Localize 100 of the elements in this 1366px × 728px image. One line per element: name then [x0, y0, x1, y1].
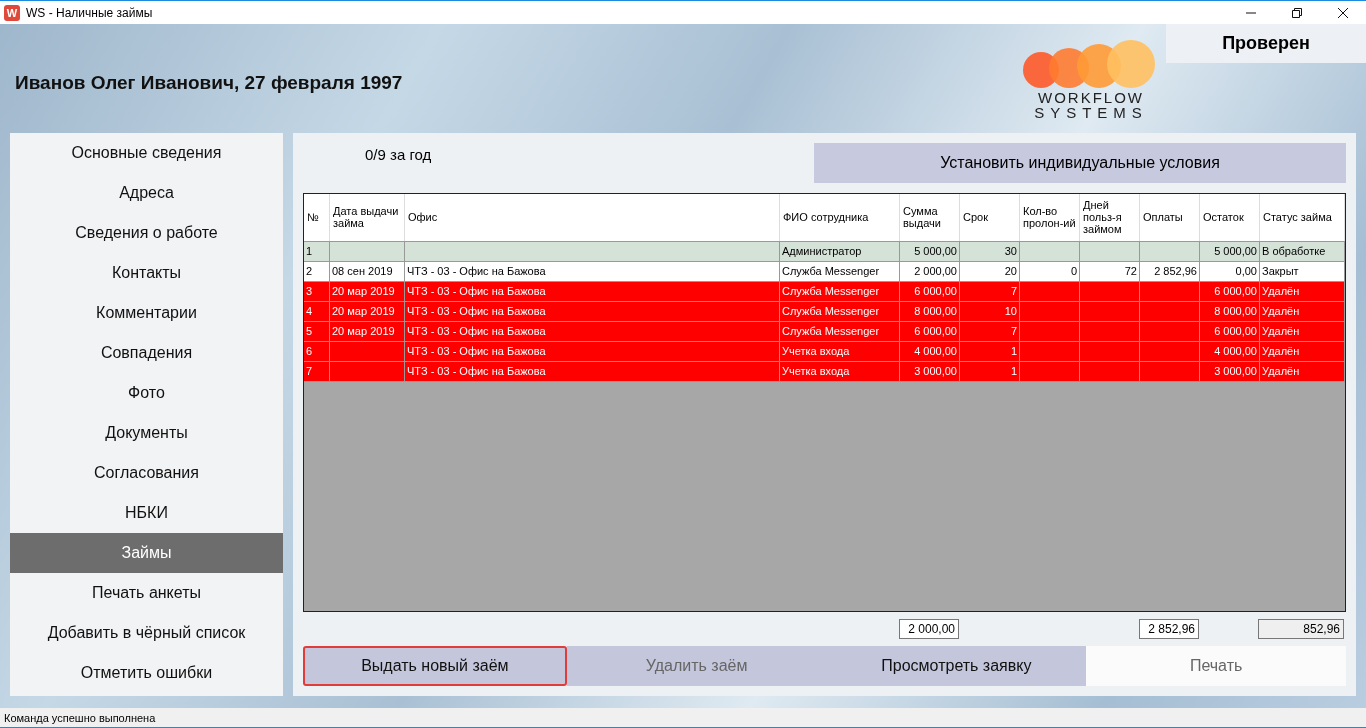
table-cell: 7	[1010, 325, 1017, 338]
table-cell: ЧТЗ - 03 - Офис на Бажова	[407, 285, 546, 298]
table-cell: Администратор	[782, 245, 862, 258]
table-cell: 0	[1070, 265, 1077, 278]
sidebar-item[interactable]: Основные сведения	[10, 133, 283, 173]
table-cell: ЧТЗ - 03 - Офис на Бажова	[407, 265, 546, 278]
payments-total: 2 852,96	[1139, 619, 1199, 640]
table-cell: 20 мар 2019	[332, 305, 395, 318]
table-cell: 6	[306, 345, 313, 358]
table-cell: 8 000,00	[1214, 305, 1257, 318]
sidebar-item[interactable]: Добавить в чёрный список	[10, 613, 283, 653]
table-cell: ЧТЗ - 03 - Офис на Бажова	[407, 325, 546, 338]
loan-row[interactable]: 3 20 мар 2019 ЧТЗ - 03 - Офис на Бажова Служба Messenger 6 000,00 7 6 000,00 Удалён	[304, 281, 1345, 302]
table-cell: 2 852,96	[1154, 265, 1197, 278]
sidebar-item[interactable]: Сведения о работе	[10, 213, 283, 253]
table-cell: Удалён	[1262, 325, 1300, 338]
table-cell: ЧТЗ - 03 - Офис на Бажова	[407, 365, 546, 378]
sidebar-item[interactable]: Комментарии	[10, 293, 283, 333]
column-header[interactable]: Оплаты	[1140, 193, 1200, 241]
table-cell: 4 000,00	[914, 345, 957, 358]
action-button[interactable]: Выдать новый заём	[303, 646, 567, 686]
maximize-icon[interactable]	[1291, 6, 1303, 19]
column-header[interactable]: Срок	[960, 193, 1020, 241]
table-cell: 2 000,00	[914, 265, 957, 278]
table-cell: 5 000,00	[914, 245, 957, 258]
sidebar-item[interactable]: Согласования	[10, 453, 283, 493]
window-title: WS - Наличные займы	[26, 5, 154, 20]
table-cell: 6 000,00	[914, 285, 957, 298]
table-cell: 4 000,00	[1214, 345, 1257, 358]
loan-row[interactable]: 1 Администратор 5 000,00 30 5 000,00 В обработке	[304, 241, 1345, 262]
loan-row[interactable]: 6 ЧТЗ - 03 - Офис на Бажова Учетка входа 4 000,00 1 4 000,00 Удалён	[304, 341, 1345, 362]
table-cell: 8 000,00	[914, 305, 957, 318]
table-cell: Учетка входа	[782, 365, 850, 378]
table-cell: 1	[1010, 365, 1017, 378]
sidebar-item[interactable]: Контакты	[10, 253, 283, 293]
column-header[interactable]: Статус займа	[1260, 193, 1345, 241]
table-cell: 20 мар 2019	[332, 325, 395, 338]
column-header[interactable]: Сумма выдачи	[900, 193, 960, 241]
table-cell: ЧТЗ - 03 - Офис на Бажова	[407, 305, 546, 318]
column-header[interactable]: Остаток	[1200, 193, 1260, 241]
column-header[interactable]: Дата выдачи займа	[330, 193, 405, 241]
company-logo: WORKFLOW SYSTEMS	[1016, 40, 1166, 120]
table-cell: 20	[1004, 265, 1017, 278]
table-cell: 30	[1004, 245, 1017, 258]
sidebar-item[interactable]: Фото	[10, 373, 283, 413]
column-header[interactable]: Офис	[405, 193, 780, 241]
individual-conditions-button[interactable]: Установить индивидуальные условия	[814, 143, 1346, 183]
column-header[interactable]: №	[304, 193, 330, 241]
client-name: Иванов Олег Иванович, 27 февраля 1997	[15, 72, 404, 94]
action-button[interactable]: Просмотреть заявку	[826, 646, 1087, 686]
loans-count: 0/9 за год	[365, 146, 432, 163]
table-cell: Удалён	[1262, 305, 1300, 318]
amount-total: 2 000,00	[899, 619, 959, 640]
table-cell: 3 000,00	[914, 365, 957, 378]
sidebar-item[interactable]: Печать анкеты	[10, 573, 283, 613]
table-cell: 20 мар 2019	[332, 285, 395, 298]
table-cell: 7	[1010, 285, 1017, 298]
table-cell: 7	[306, 365, 313, 378]
table-cell: 6 000,00	[1214, 285, 1257, 298]
table-cell: Удалён	[1262, 345, 1300, 358]
sidebar-item[interactable]: Отметить ошибки	[10, 653, 283, 693]
table-cell: 08 сен 2019	[332, 265, 393, 278]
table-cell: Закрыт	[1262, 265, 1299, 278]
table-cell: Удалён	[1262, 365, 1300, 378]
table-cell: 5 000,00	[1214, 245, 1257, 258]
sidebar-item[interactable]: Документы	[10, 413, 283, 453]
table-cell: Служба Messenger	[782, 265, 880, 278]
table-cell: 5	[306, 325, 313, 338]
table-cell: 2	[306, 265, 313, 278]
table-cell: Учетка входа	[782, 345, 850, 358]
table-cell: 10	[1004, 305, 1017, 318]
table-cell: 6 000,00	[1214, 325, 1257, 338]
loan-row[interactable]: 7 ЧТЗ - 03 - Офис на Бажова Учетка входа 3 000,00 1 3 000,00 Удалён	[304, 361, 1345, 382]
sidebar-item[interactable]: Займы	[10, 533, 283, 573]
table-cell: 3	[306, 285, 313, 298]
balance-total: 852,96	[1258, 619, 1344, 640]
loan-row[interactable]: 5 20 мар 2019 ЧТЗ - 03 - Офис на Бажова Служба Messenger 6 000,00 7 6 000,00 Удалён	[304, 321, 1345, 342]
column-header[interactable]: ФИО сотрудника	[780, 193, 900, 241]
column-header[interactable]: Дней польз-я займом	[1080, 193, 1140, 241]
table-cell: 4	[306, 305, 313, 318]
table-cell: 0,00	[1235, 265, 1257, 278]
table-cell: 72	[1124, 265, 1137, 278]
app-icon: W	[4, 4, 20, 21]
table-cell: Удалён	[1262, 285, 1300, 298]
check-status: Проверен	[1166, 24, 1366, 63]
sidebar-item[interactable]: Адреса	[10, 173, 283, 213]
table-cell: Служба Messenger	[782, 325, 880, 338]
table-cell: ЧТЗ - 03 - Офис на Бажова	[407, 345, 546, 358]
column-header[interactable]: Кол-во пролон-ий	[1020, 193, 1080, 241]
table-cell: 1	[306, 245, 313, 258]
loan-row[interactable]: 2 08 сен 2019 ЧТЗ - 03 - Офис на Бажова Служба Messenger 2 000,00 20 0 72 2 852,96 0,00 Закрыт	[304, 261, 1345, 282]
table-cell: Служба Messenger	[782, 305, 880, 318]
table-cell: 3 000,00	[1214, 365, 1257, 378]
sidebar-item[interactable]: Совпадения	[10, 333, 283, 373]
loan-row[interactable]: 4 20 мар 2019 ЧТЗ - 03 - Офис на Бажова Служба Messenger 8 000,00 10 8 000,00 Удалён	[304, 301, 1345, 322]
sidebar-item[interactable]: НБКИ	[10, 493, 283, 533]
table-cell: В обработке	[1262, 245, 1326, 258]
table-cell: 6 000,00	[914, 325, 957, 338]
table-cell: 1	[1010, 345, 1017, 358]
close-icon[interactable]	[1337, 6, 1349, 19]
